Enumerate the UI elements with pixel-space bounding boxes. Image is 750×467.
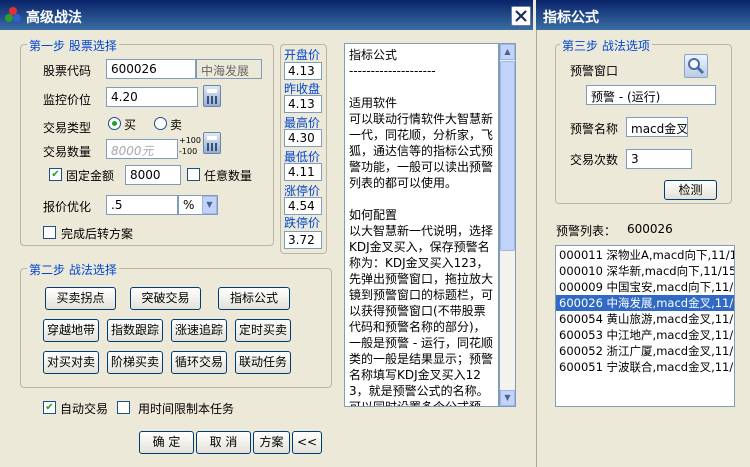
plus100-button[interactable]: +100 <box>179 136 201 145</box>
trade-qty-input[interactable]: 8000元 <box>106 139 178 159</box>
low-price-value: 4.11 <box>284 163 322 181</box>
list-item[interactable]: 000011 深物业A,macd向下,11/15 <box>556 247 734 263</box>
limit-down-label: 跌停价 <box>284 216 321 230</box>
list-item[interactable]: 600052 浙江广厦,macd金叉,11/15 <box>556 343 734 359</box>
close-icon <box>515 10 527 22</box>
minus100-button[interactable]: -100 <box>179 147 197 156</box>
quote-opt-input[interactable]: .5 <box>106 195 178 215</box>
high-price-value: 4.30 <box>284 129 322 147</box>
alert-name-input[interactable]: macd金叉 <box>626 117 688 137</box>
strategy-button-indicator-formula[interactable]: 指标公式 <box>218 287 290 310</box>
list-item[interactable]: 600051 宁波联合,macd金叉,11/15 <box>556 359 734 375</box>
ok-button[interactable]: 确 定 <box>139 431 194 454</box>
list-item[interactable]: 000010 深华新,macd向下,11/15 1 <box>556 263 734 279</box>
limit-down-value: 3.72 <box>284 231 322 249</box>
detect-button[interactable]: 检测 <box>664 180 717 200</box>
alert-window-input[interactable]: 预警 - (运行) <box>586 85 716 105</box>
quote-opt-label: 报价优化 <box>43 200 92 214</box>
trade-count-label: 交易次数 <box>570 153 619 167</box>
calculator-icon[interactable] <box>203 85 221 107</box>
stock-code-input[interactable]: 600026 <box>106 59 196 79</box>
step3-title: 第三步 战法选项 <box>560 37 652 54</box>
any-qty-checkbox[interactable] <box>187 168 200 181</box>
prev-close-value: 4.13 <box>284 95 322 113</box>
chevron-down-icon[interactable]: ▼ <box>202 196 217 214</box>
list-item[interactable]: 000009 中国宝安,macd向下,11/15 <box>556 279 734 295</box>
list-item[interactable]: 600054 黄山旅游,macd金叉,11/15 <box>556 311 734 327</box>
open-price-label: 开盘价 <box>284 48 321 62</box>
trade-count-input[interactable]: 3 <box>626 149 692 169</box>
quote-unit-value: % <box>183 198 195 212</box>
step1-title: 第一步 股票选择 <box>27 37 119 54</box>
trade-type-label: 交易类型 <box>43 121 92 135</box>
side-title: 指标公式 <box>543 10 599 26</box>
plan-button[interactable]: 方案 <box>253 431 290 454</box>
description-textarea[interactable]: 指标公式 -------------------- 适用软件 可以联动行情软件大… <box>344 43 499 407</box>
cancel-button[interactable]: 取 消 <box>196 431 251 454</box>
alert-list[interactable]: 000011 深物业A,macd向下,11/15 000010 深华新,macd… <box>555 245 735 407</box>
app-icon <box>5 7 21 22</box>
buy-radio[interactable] <box>108 117 121 130</box>
magnifier-button[interactable] <box>684 54 708 78</box>
any-qty-label: 任意数量 <box>204 169 253 183</box>
stock-name-display: 中海发展 <box>196 59 262 79</box>
dialog-titlebar: 高级战法 <box>0 0 533 30</box>
sell-radio[interactable] <box>154 117 167 130</box>
strategy-button-turning-point[interactable]: 买卖拐点 <box>45 287 116 310</box>
magnifier-icon <box>688 58 705 75</box>
alert-list-code: 600026 <box>627 222 673 236</box>
alert-window-label: 预警窗口 <box>570 64 619 78</box>
list-item-selected[interactable]: 600026 中海发展,macd金叉,11/1! <box>556 295 734 311</box>
strategy-button-pair-trade[interactable]: 对买对卖 <box>43 351 99 374</box>
strategy-button-linked-task[interactable]: 联动任务 <box>235 351 291 374</box>
alert-list-label: 预警列表： <box>556 224 617 238</box>
description-scrollbar[interactable]: ▲ ▼ <box>499 43 516 407</box>
step2-title: 第二步 战法选择 <box>27 261 119 278</box>
dialog-title: 高级战法 <box>26 10 82 26</box>
scroll-thumb[interactable] <box>500 61 515 251</box>
stock-code-label: 股票代码 <box>43 64 92 78</box>
trade-qty-label: 交易数量 <box>43 145 92 159</box>
complete-after-label: 完成后转方案 <box>61 227 134 241</box>
strategy-button-breakout[interactable]: 突破交易 <box>130 287 201 310</box>
open-price-value: 4.13 <box>284 62 322 80</box>
buy-label: 买 <box>124 118 137 132</box>
strategy-button-timed-trade[interactable]: 定时买卖 <box>235 319 291 342</box>
monitor-price-label: 监控价位 <box>43 93 92 107</box>
auto-trade-checkbox[interactable]: ✔ <box>43 401 56 414</box>
sell-label: 卖 <box>170 118 183 132</box>
monitor-price-input[interactable]: 4.20 <box>106 87 198 107</box>
strategy-button-index-track[interactable]: 指数跟踪 <box>107 319 163 342</box>
collapse-button[interactable]: << <box>292 431 322 454</box>
side-titlebar: 指标公式 <box>536 0 750 30</box>
time-limit-label: 用时间限制本任务 <box>138 402 235 416</box>
fixed-amount-input[interactable]: 8000 <box>125 165 181 185</box>
time-limit-checkbox[interactable] <box>117 401 130 414</box>
auto-trade-label: 自动交易 <box>60 402 109 416</box>
complete-after-checkbox[interactable] <box>43 226 56 239</box>
scroll-down-icon[interactable]: ▼ <box>500 390 515 406</box>
fixed-amount-checkbox[interactable]: ✔ <box>49 168 62 181</box>
calculator-icon-2[interactable] <box>203 132 221 154</box>
strategy-button-speed-chase[interactable]: 涨速追踪 <box>171 319 227 342</box>
fixed-amount-label: 固定金额 <box>66 169 115 183</box>
limit-up-value: 4.54 <box>284 197 322 215</box>
close-button[interactable] <box>511 6 531 26</box>
alert-name-label: 预警名称 <box>570 122 619 136</box>
strategy-button-loop-trade[interactable]: 循环交易 <box>171 351 227 374</box>
scroll-up-icon[interactable]: ▲ <box>500 44 515 60</box>
strategy-button-cross-zone[interactable]: 穿越地带 <box>43 319 99 342</box>
list-item[interactable]: 600053 中江地产,macd金叉,11/15 <box>556 327 734 343</box>
strategy-button-ladder-trade[interactable]: 阶梯买卖 <box>107 351 163 374</box>
